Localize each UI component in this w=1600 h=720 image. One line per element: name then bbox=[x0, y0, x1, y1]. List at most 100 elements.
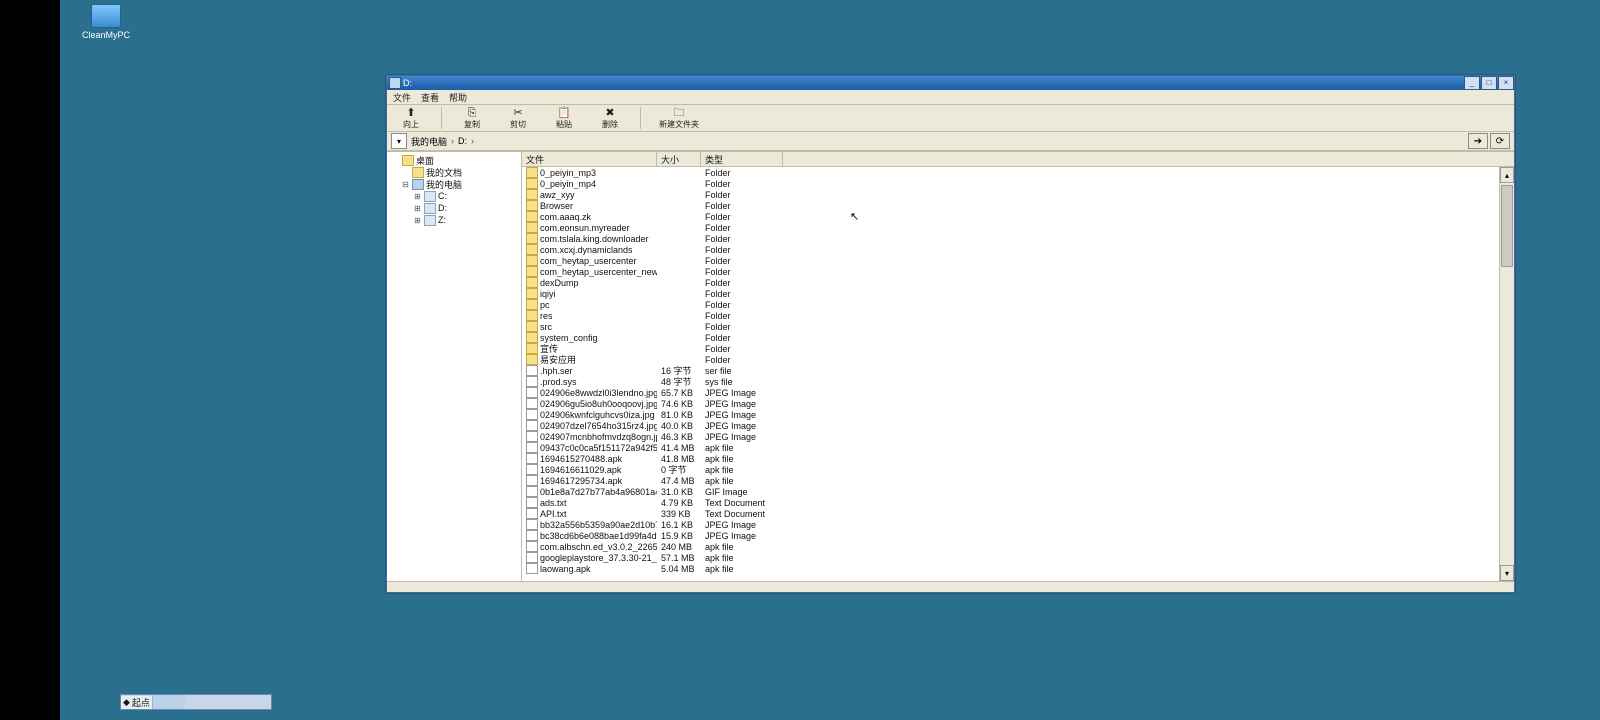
file-row[interactable]: 09437c0c0ca5f151172a942f56aa84..41.4 MBa… bbox=[522, 442, 1500, 453]
file-type: JPEG Image bbox=[701, 410, 783, 420]
file-row[interactable]: com.albschn.ed_v3.0.2_2265.com..240 MBap… bbox=[522, 541, 1500, 552]
menu-file[interactable]: 文件 bbox=[393, 91, 411, 104]
file-row[interactable]: com_heytap_usercenter_newFolder bbox=[522, 266, 1500, 277]
paste-button[interactable]: 📋 粘贴 bbox=[548, 107, 580, 130]
scroll-down-button[interactable]: ▾ bbox=[1500, 565, 1514, 581]
file-type: Folder bbox=[701, 256, 783, 266]
file-name: com.xcxj.dynamiclands bbox=[540, 245, 633, 255]
column-type[interactable]: 类型 bbox=[701, 152, 783, 166]
file-name: 0b1e8a7d27b77ab4a96801a445e63a.. bbox=[540, 487, 657, 497]
file-row[interactable]: dexDumpFolder bbox=[522, 277, 1500, 288]
file-row[interactable]: resFolder bbox=[522, 310, 1500, 321]
file-row[interactable]: com.xcxj.dynamiclandsFolder bbox=[522, 244, 1500, 255]
file-row[interactable]: com.aaaq.zkFolder bbox=[522, 211, 1500, 222]
file-size: 41.8 MB bbox=[657, 454, 701, 464]
scroll-track[interactable] bbox=[1500, 183, 1514, 565]
close-button[interactable]: × bbox=[1498, 76, 1514, 90]
folder-icon bbox=[526, 222, 538, 233]
file-row[interactable]: BrowserFolder bbox=[522, 200, 1500, 211]
breadcrumb-root[interactable]: 我的电脑 bbox=[409, 135, 449, 148]
folder-tree[interactable]: 桌面 我的文档 ⊟我的电脑 ⊞C: ⊞D: ⊞Z: bbox=[387, 152, 522, 581]
breadcrumb-separator: › bbox=[451, 136, 454, 146]
folder-icon bbox=[526, 244, 538, 255]
file-row[interactable]: awz_xyyFolder bbox=[522, 189, 1500, 200]
go-button[interactable]: ➔ bbox=[1468, 133, 1488, 149]
tree-desktop[interactable]: 桌面 bbox=[389, 154, 519, 166]
start-button[interactable]: ◆ 起点 bbox=[121, 696, 153, 709]
file-row[interactable]: 024906kwnfclguhcvs0iza.jpg81.0 KBJPEG Im… bbox=[522, 409, 1500, 420]
tree-drive-c[interactable]: ⊞C: bbox=[389, 190, 519, 202]
newfolder-button[interactable]: 🗀 新建文件夹 bbox=[655, 107, 703, 130]
tree-documents[interactable]: 我的文档 bbox=[389, 166, 519, 178]
file-row[interactable]: com_heytap_usercenterFolder bbox=[522, 255, 1500, 266]
file-row[interactable]: bc38cd6b6e088bae1d99fa4da39504..15.9 KBJ… bbox=[522, 530, 1500, 541]
refresh-button[interactable]: ⟳ bbox=[1490, 133, 1510, 149]
file-size: 81.0 KB bbox=[657, 410, 701, 420]
file-name: com_heytap_usercenter_new bbox=[540, 267, 657, 277]
folder-icon bbox=[526, 167, 538, 178]
tree-computer[interactable]: ⊟我的电脑 bbox=[389, 178, 519, 190]
breadcrumb-drive[interactable]: D: bbox=[456, 136, 469, 146]
scroll-up-button[interactable]: ▴ bbox=[1500, 167, 1514, 183]
file-row[interactable]: 宣传Folder bbox=[522, 343, 1500, 354]
file-name: 1694615270488.apk bbox=[540, 454, 622, 464]
scroll-thumb[interactable] bbox=[1501, 185, 1513, 267]
up-button[interactable]: ⬆ 向上 bbox=[395, 107, 427, 130]
file-row[interactable]: 024906gu5io8uh0ooqoovj.jpg74.6 KBJPEG Im… bbox=[522, 398, 1500, 409]
tree-drive-z[interactable]: ⊞Z: bbox=[389, 214, 519, 226]
file-type: Folder bbox=[701, 300, 783, 310]
delete-button[interactable]: ✖ 删除 bbox=[594, 107, 626, 130]
tree-drive-d[interactable]: ⊞D: bbox=[389, 202, 519, 214]
file-row[interactable]: iqiyiFolder bbox=[522, 288, 1500, 299]
file-row[interactable]: googleplaystore_37.3.30-21_cr1..57.1 MBa… bbox=[522, 552, 1500, 563]
file-type: Folder bbox=[701, 311, 783, 321]
file-size: 240 MB bbox=[657, 542, 701, 552]
column-size[interactable]: 大小 bbox=[657, 152, 701, 166]
minimize-button[interactable]: _ bbox=[1464, 76, 1480, 90]
desktop-icon-cleanmypc[interactable]: CleanMyPC bbox=[78, 4, 134, 40]
file-row[interactable]: 0_peiyin_mp4Folder bbox=[522, 178, 1500, 189]
menu-help[interactable]: 帮助 bbox=[449, 91, 467, 104]
file-name: Browser bbox=[540, 201, 573, 211]
file-type: apk file bbox=[701, 542, 783, 552]
file-name: 024906kwnfclguhcvs0iza.jpg bbox=[540, 410, 655, 420]
file-icon bbox=[526, 365, 538, 376]
vertical-scrollbar[interactable]: ▴ ▾ bbox=[1499, 167, 1514, 581]
file-row[interactable]: com.tslala.king.downloaderFolder bbox=[522, 233, 1500, 244]
file-row[interactable]: 0b1e8a7d27b77ab4a96801a445e63a..31.0 KBG… bbox=[522, 486, 1500, 497]
file-row[interactable]: .prod.sys48 字节sys file bbox=[522, 376, 1500, 387]
history-dropdown[interactable]: ▾ bbox=[391, 133, 407, 149]
file-row[interactable]: system_configFolder bbox=[522, 332, 1500, 343]
file-row[interactable]: srcFolder bbox=[522, 321, 1500, 332]
column-name[interactable]: 文件 bbox=[522, 152, 657, 166]
file-size: 57.1 MB bbox=[657, 553, 701, 563]
file-row[interactable]: 024906e8wwdzl0i3lendno.jpg65.7 KBJPEG Im… bbox=[522, 387, 1500, 398]
desktop[interactable]: CleanMyPC D: _ □ × 文件 查看 帮助 ⬆ 向上 ⎘ bbox=[60, 0, 1600, 720]
file-size: 5.04 MB bbox=[657, 564, 701, 574]
newfolder-icon: 🗀 bbox=[674, 107, 685, 119]
file-row[interactable]: 1694616611029.apk0 字节apk file bbox=[522, 464, 1500, 475]
file-row[interactable]: 024907mcnbhofmvdzq8ogn.jpg46.3 KBJPEG Im… bbox=[522, 431, 1500, 442]
file-row[interactable]: API.txt339 KBText Document bbox=[522, 508, 1500, 519]
menu-view[interactable]: 查看 bbox=[421, 91, 439, 104]
titlebar[interactable]: D: _ □ × bbox=[387, 76, 1514, 90]
file-type: Folder bbox=[701, 289, 783, 299]
file-name: 0_peiyin_mp3 bbox=[540, 168, 596, 178]
quicklaunch-area[interactable] bbox=[153, 695, 185, 709]
file-row[interactable]: laowang.apk5.04 MBapk file bbox=[522, 563, 1500, 574]
file-type: Folder bbox=[701, 344, 783, 354]
file-row[interactable]: 1694617295734.apk47.4 MBapk file bbox=[522, 475, 1500, 486]
file-row[interactable]: ads.txt4.79 KBText Document bbox=[522, 497, 1500, 508]
cut-button[interactable]: ✂ 剪切 bbox=[502, 107, 534, 130]
file-type: apk file bbox=[701, 476, 783, 486]
copy-button[interactable]: ⎘ 复制 bbox=[456, 107, 488, 130]
file-row[interactable]: bb32a556b5359a90ae2d10b7054fa7..16.1 KBJ… bbox=[522, 519, 1500, 530]
file-row[interactable]: com.eonsun.myreaderFolder bbox=[522, 222, 1500, 233]
file-row[interactable]: pcFolder bbox=[522, 299, 1500, 310]
file-row[interactable]: 024907dzel7654ho315rz4.jpg40.0 KBJPEG Im… bbox=[522, 420, 1500, 431]
folder-icon bbox=[526, 354, 538, 365]
folder-icon bbox=[526, 211, 538, 222]
file-row[interactable]: 0_peiyin_mp3Folder bbox=[522, 167, 1500, 178]
taskbar[interactable]: ◆ 起点 bbox=[120, 694, 272, 710]
maximize-button[interactable]: □ bbox=[1481, 76, 1497, 90]
